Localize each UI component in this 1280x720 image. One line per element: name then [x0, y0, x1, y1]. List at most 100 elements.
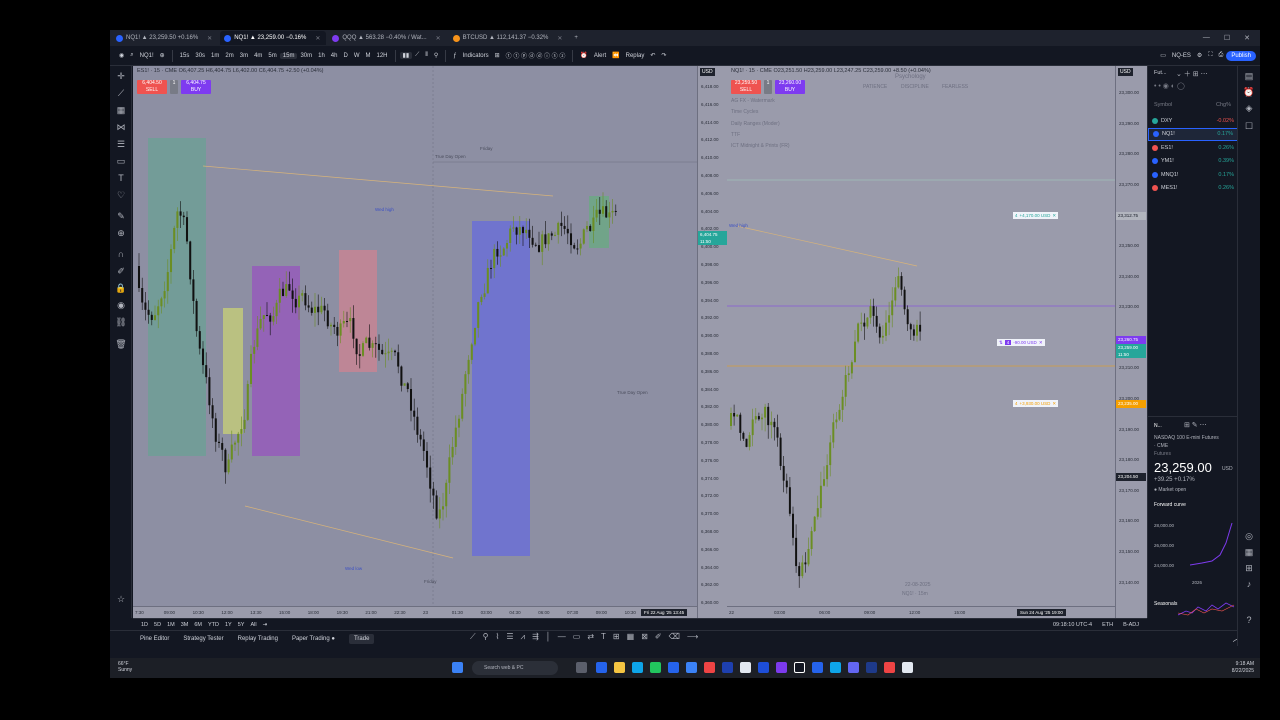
tab-strategy-tester[interactable]: Strategy Tester	[183, 636, 223, 642]
fav-pattern-icon[interactable]: ⊠	[641, 632, 648, 642]
goto-date-icon[interactable]: ⇥	[263, 622, 268, 628]
stop-loss-box[interactable]: 4 +3,930.00 USD ✕	[1013, 400, 1059, 407]
chrome-icon[interactable]	[650, 662, 661, 673]
range-1d[interactable]: 1D	[141, 622, 148, 628]
forward-curve-title[interactable]: Forward curve	[1154, 502, 1186, 508]
details-toolbar-icons[interactable]: ⊞ ✎ ⋯	[1184, 421, 1207, 429]
nq-buy-button[interactable]: 23,260.00 BUY	[775, 80, 805, 94]
browser-tab-2[interactable]: NQ1! ▲ 23,259.00 −0.16% ✕	[220, 31, 327, 45]
symbol-search-button[interactable]: NQ1!	[137, 53, 157, 59]
watchlist-filter-icons[interactable]: • • ◉ ◐ ◯	[1154, 82, 1185, 90]
watchlist-row[interactable]: MES1! 0.26%	[1148, 182, 1238, 195]
indicators-icon[interactable]: ƒ	[450, 53, 459, 59]
range-3m[interactable]: 3M	[181, 622, 189, 628]
notifications-icon[interactable]: ♪	[1242, 578, 1256, 590]
nq-time-axis[interactable]: 22 03:00 06:00 09:00 12:00 15:00 Sun 24 Aug '…	[727, 606, 1115, 618]
ideas-icon[interactable]: ◎	[1242, 530, 1256, 542]
interval-3m[interactable]: 3m	[237, 53, 251, 59]
search-icon[interactable]: ⌕	[127, 52, 136, 59]
weather-widget[interactable]: 66°F Sunny	[118, 661, 132, 673]
file-explorer-icon[interactable]	[614, 662, 625, 673]
adjustment-toggle[interactable]: B-ADJ	[1123, 622, 1139, 628]
layout-icon[interactable]: ▭	[1157, 52, 1169, 59]
nq-price-axis[interactable]: USD 23,300.00 23,290.00 23,280.00 23,270.00…	[1115, 66, 1147, 618]
watchlist-row[interactable]: ES1! 0.26%	[1148, 141, 1238, 154]
interval-1m[interactable]: 1m	[208, 53, 222, 59]
tab-replay-trading[interactable]: Replay Trading	[238, 636, 278, 642]
details-short-name[interactable]: N...	[1154, 423, 1162, 429]
close-window-icon[interactable]: ✕	[1244, 34, 1250, 42]
close-icon[interactable]: ✕	[315, 35, 320, 42]
watchlist-row[interactable]: YM1! 0.39%	[1148, 155, 1238, 168]
music-icon[interactable]	[884, 662, 895, 673]
watchlist-row[interactable]: NQ1! 0.17%	[1148, 127, 1238, 141]
trash-icon[interactable]: 🗑	[114, 338, 128, 350]
settings-icon[interactable]: ⚙	[1194, 52, 1205, 59]
interval-m[interactable]: M	[363, 53, 374, 59]
close-icon[interactable]: ✕	[1052, 213, 1056, 219]
app-icon-blue-2[interactable]	[812, 662, 823, 673]
telegram-icon[interactable]	[830, 662, 841, 673]
candles-icon[interactable]: ▮▮	[399, 52, 413, 59]
es-currency[interactable]: USD	[700, 68, 715, 76]
close-icon[interactable]: ✕	[1052, 401, 1056, 407]
trend-line-icon[interactable]: ⟋	[114, 87, 128, 99]
discord-icon[interactable]	[848, 662, 859, 673]
bars-icon[interactable]: ⫴	[422, 52, 431, 59]
fav-grid2-icon[interactable]: ▦	[627, 632, 635, 642]
app-icon-red[interactable]	[704, 662, 715, 673]
minimize-icon[interactable]: —	[1203, 34, 1210, 42]
fav-grid-icon[interactable]: ⊞	[613, 632, 620, 642]
avatar[interactable]: ◉	[116, 52, 127, 59]
screener-icon[interactable]: ⊞	[1242, 562, 1256, 574]
notepad-icon[interactable]	[902, 662, 913, 673]
browser-tab-1[interactable]: NQ1! ▲ 23,259.50 +0.16% ✕	[112, 31, 218, 45]
teams-icon[interactable]	[776, 662, 787, 673]
help-icon[interactable]: ?	[1242, 614, 1256, 626]
fav-rect-icon[interactable]: ▭	[573, 632, 581, 642]
alert-icon[interactable]: ⏰	[577, 52, 590, 59]
es-price-axis[interactable]: USD 6,418.00 6,416.00 6,414.00 6,412.00 6,41…	[697, 66, 729, 618]
camera-icon[interactable]: ⎙	[1216, 52, 1227, 59]
watchlist-row[interactable]: MNQ1! 0.17%	[1148, 168, 1238, 181]
object-tree-icon[interactable]: ◈	[1242, 102, 1256, 114]
fav-more-icon[interactable]: ⟶	[687, 632, 698, 642]
task-view-icon[interactable]	[576, 662, 587, 673]
pencil-lock-icon[interactable]: ✐	[114, 265, 128, 277]
interval-d[interactable]: D	[340, 53, 350, 59]
star-icon[interactable]: ☆	[114, 593, 128, 605]
zoom-icon[interactable]: ⊕	[114, 227, 128, 239]
fav-indicator-icon[interactable]: ⓣ ⓣ ⓟ ⓓ ⓓ ⓘ ⓢ ⓩ	[503, 51, 569, 60]
position-entry-box[interactable]: ⇅ 4 -90.00 USD ✕	[997, 339, 1045, 346]
range-ytd[interactable]: YTD	[208, 622, 219, 628]
heart-icon[interactable]: ♡	[114, 189, 128, 201]
close-icon[interactable]: ✕	[1039, 340, 1043, 346]
word-icon[interactable]	[758, 662, 769, 673]
range-6m[interactable]: 6M	[194, 622, 202, 628]
col-symbol[interactable]: Symbol	[1154, 102, 1172, 108]
nq-qty[interactable]: 1	[764, 80, 772, 94]
redo-icon[interactable]: ↷	[658, 52, 669, 59]
indicator-4[interactable]: TTF	[731, 132, 740, 138]
mail-icon[interactable]	[740, 662, 751, 673]
watchlist-icon[interactable]: ▤	[1242, 70, 1256, 82]
tab-pine-editor[interactable]: Pine Editor	[140, 636, 169, 642]
nq-sell-button[interactable]: 23,259.50 SELL	[731, 80, 761, 94]
fav-eraser-icon[interactable]: ⌫	[669, 632, 680, 642]
calendar-icon[interactable]: ▦	[1242, 546, 1256, 558]
outlook-icon[interactable]	[668, 662, 679, 673]
interval-5m[interactable]: 5m	[265, 53, 279, 59]
app-icon-navy[interactable]	[866, 662, 877, 673]
fav-fib-icon[interactable]: ⇶	[532, 632, 539, 642]
fav-hline-icon[interactable]: ☰	[506, 632, 513, 642]
pattern-icon[interactable]: ⋈	[114, 121, 128, 133]
link-icon[interactable]: ⛓	[114, 316, 128, 328]
taskbar-clock[interactable]: 9:18 AM 8/22/2025	[1232, 661, 1254, 675]
tradingview-taskbar-icon[interactable]	[794, 662, 805, 673]
fav-ray-icon[interactable]: —	[558, 632, 566, 642]
es-buy-button[interactable]: 6,404.75 BUY	[181, 80, 211, 94]
photos-icon[interactable]	[686, 662, 697, 673]
es-sell-button[interactable]: 6,404.50 SELL	[137, 80, 167, 94]
alert-button[interactable]: Alert	[591, 53, 609, 59]
session-toggle[interactable]: ETH	[1102, 622, 1113, 628]
